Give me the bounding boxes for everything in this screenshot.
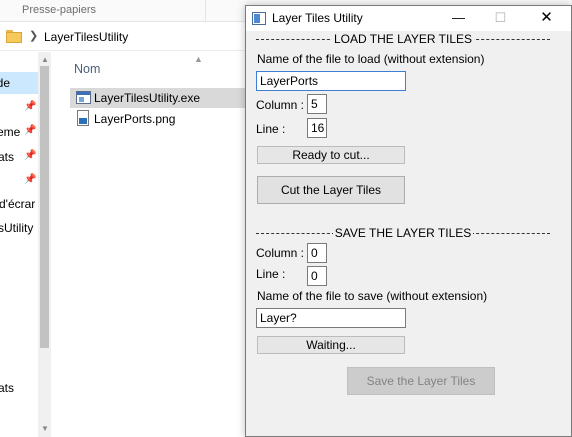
load-line-input[interactable]: 16	[307, 118, 327, 138]
png-file-icon	[77, 110, 89, 126]
file-name: LayerPorts.png	[94, 112, 176, 126]
save-section-title: SAVE THE LAYER TILES	[256, 226, 550, 240]
scroll-down-icon[interactable]: ▼	[41, 424, 49, 433]
window-title: Layer Tiles Utility	[272, 11, 363, 25]
save-filename-input[interactable]: Layer?	[256, 308, 406, 328]
load-column-label: Column :	[256, 98, 305, 112]
navigation-pane: de 📌 eme 📌 ats 📌 📌 d'écrar sUtility ats	[0, 52, 38, 437]
column-header-name[interactable]: Nom	[74, 62, 100, 76]
chevron-right-icon[interactable]: ❯	[29, 29, 38, 42]
nav-item[interactable]: eme	[0, 125, 20, 139]
save-line-input[interactable]: 0	[307, 266, 327, 286]
address-path[interactable]: LayerTilesUtility	[44, 30, 128, 44]
cut-layer-tiles-button[interactable]: Cut the Layer Tiles	[257, 176, 405, 204]
file-row[interactable]: LayerPorts.png	[70, 109, 250, 129]
load-section-title: LOAD THE LAYER TILES	[256, 32, 550, 46]
save-filename-label: Name of the file to save (without extens…	[257, 289, 488, 303]
load-column-input[interactable]: 5	[307, 94, 327, 114]
sort-ascending-icon: ▲	[194, 54, 203, 64]
minimize-button[interactable]: —	[436, 6, 481, 31]
pin-icon[interactable]: 📌	[24, 101, 36, 112]
nav-item[interactable]: d'écrar	[0, 197, 35, 211]
dialog-content: LOAD THE LAYER TILES Name of the file to…	[246, 31, 571, 436]
file-name: LayerTilesUtility.exe	[94, 91, 201, 105]
pin-icon[interactable]: 📌	[24, 150, 36, 161]
load-line-label: Line :	[256, 122, 286, 136]
load-filename-label: Name of the file to load (without extens…	[257, 52, 485, 66]
close-button[interactable]: ✕	[524, 6, 569, 31]
save-status-bar: Waiting...	[257, 336, 405, 354]
save-line-label: Line :	[256, 267, 286, 281]
exe-file-icon	[76, 91, 91, 104]
pin-icon[interactable]: 📌	[24, 174, 36, 185]
ribbon-separator	[205, 0, 206, 22]
scroll-up-icon[interactable]: ▲	[41, 55, 49, 64]
nav-item[interactable]: de	[0, 72, 38, 94]
maximize-button[interactable]: ☐	[478, 6, 523, 31]
file-row[interactable]: LayerTilesUtility.exe	[70, 88, 250, 108]
load-status-bar: Ready to cut...	[257, 146, 405, 164]
folder-icon	[6, 30, 22, 43]
nav-item[interactable]: sUtility	[0, 221, 33, 235]
ribbon-group-label: Presse-papiers	[22, 4, 96, 16]
pin-icon[interactable]: 📌	[24, 125, 36, 136]
title-bar[interactable]: Layer Tiles Utility — ☐ ✕	[246, 6, 571, 31]
nav-item[interactable]: ats	[0, 150, 14, 164]
save-column-label: Column :	[256, 246, 305, 260]
app-icon	[252, 12, 266, 25]
nav-item[interactable]: ats	[0, 381, 14, 395]
nav-scrollbar[interactable]: ▲ ▼	[38, 52, 51, 437]
load-filename-input[interactable]: LayerPorts	[256, 71, 406, 91]
save-column-input[interactable]: 0	[307, 243, 327, 263]
scrollbar-thumb[interactable]	[40, 66, 49, 348]
layer-tiles-dialog: Layer Tiles Utility — ☐ ✕ LOAD THE LAYER…	[245, 5, 572, 437]
save-layer-tiles-button[interactable]: Save the Layer Tiles	[347, 367, 495, 395]
